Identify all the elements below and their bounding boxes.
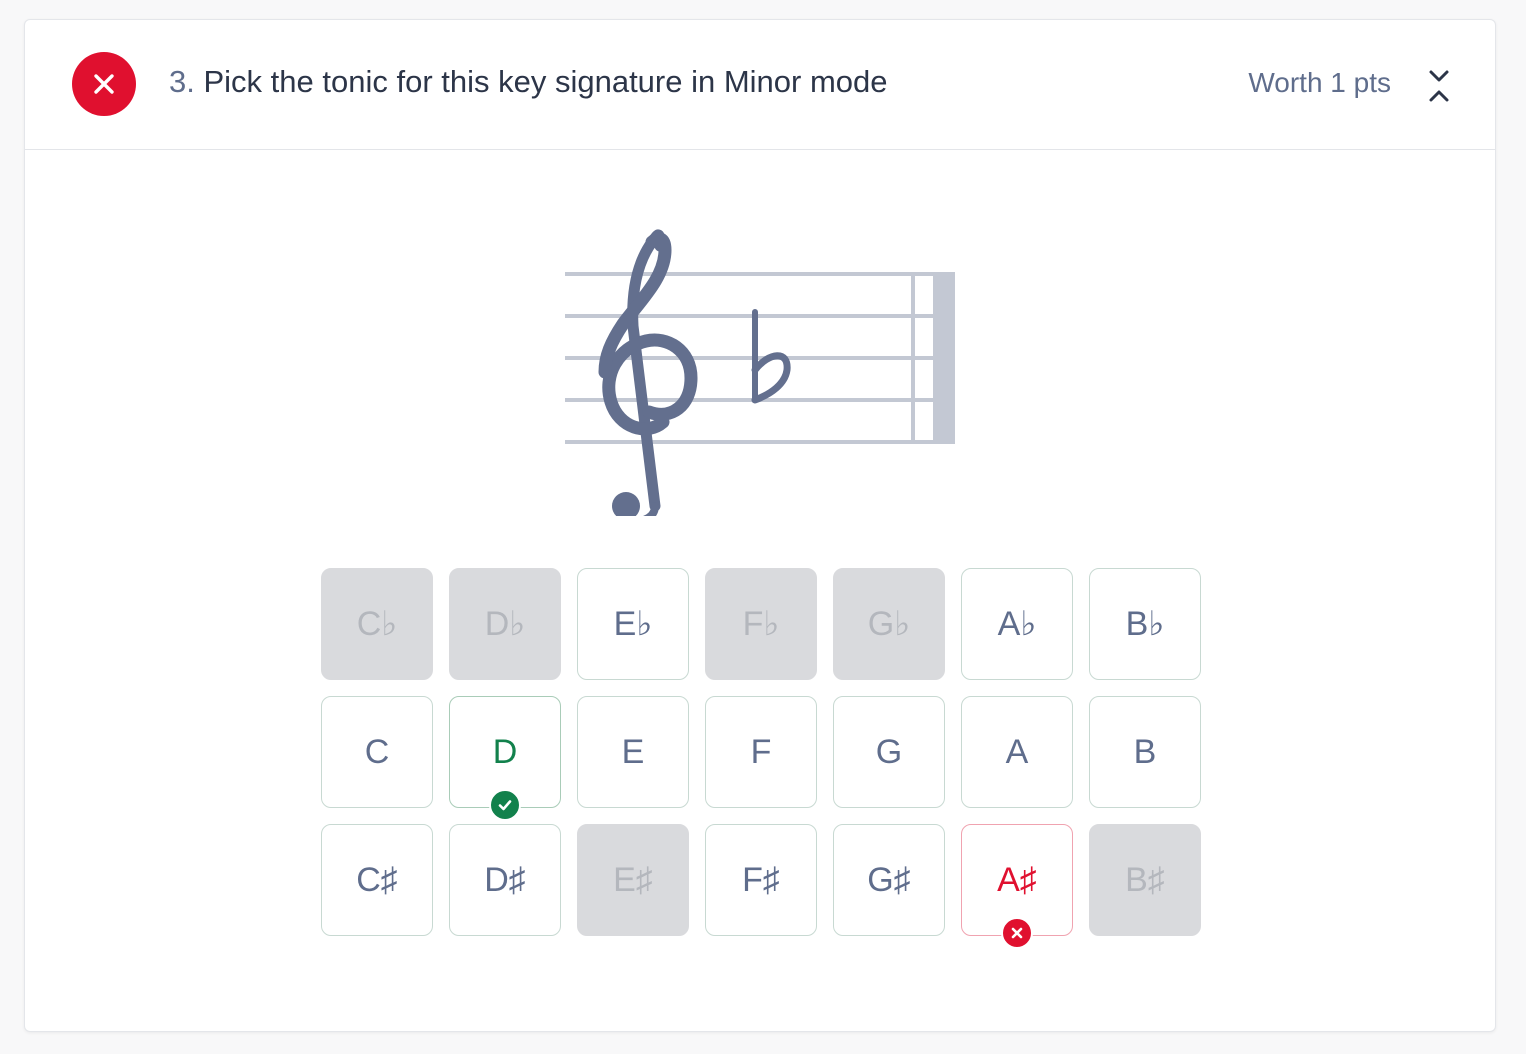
note-choice-label: A: [1005, 732, 1029, 771]
correct-check-icon: [489, 789, 521, 821]
note-choice-label: E♯: [613, 860, 653, 899]
note-choice-label: F♭: [742, 605, 780, 643]
note-choice-label: D♭: [484, 605, 526, 643]
question-number: 3.: [169, 64, 195, 99]
note-choice-label: G: [875, 732, 903, 771]
note-choice-label: E: [621, 732, 645, 771]
note-choice-label: D: [492, 732, 518, 771]
question-title: 3. Pick the tonic for this key signature…: [169, 60, 888, 104]
wrong-x-icon: [1001, 917, 1033, 949]
note-choice-label: F♯: [742, 860, 780, 899]
note-choice-b[interactable]: B: [1089, 696, 1201, 808]
note-choice-c[interactable]: C: [321, 696, 433, 808]
collapse-button[interactable]: [1423, 66, 1455, 106]
note-choice-label: E♭: [613, 605, 653, 643]
note-choice-f-sharp[interactable]: F♯: [705, 824, 817, 936]
note-choice-e-flat[interactable]: E♭: [577, 568, 689, 680]
note-choice-f[interactable]: F: [705, 696, 817, 808]
note-choice-label: B♯: [1125, 860, 1165, 899]
note-choice-label: C♯: [356, 860, 398, 899]
note-choice-b-sharp: B♯: [1089, 824, 1201, 936]
note-choice-g-sharp[interactable]: G♯: [833, 824, 945, 936]
thin-barline: [911, 272, 915, 444]
answer-choices-grid: C♭ D♭ E♭ F♭ G♭ A♭ B♭ C D E F G A B C♯ D♯ E♯ F♯ G♯ A♯ B♯: [321, 568, 1201, 949]
clef-tail-dot: [612, 492, 640, 520]
note-choice-label: C♭: [356, 605, 398, 643]
note-choice-a[interactable]: A: [961, 696, 1073, 808]
note-choice-label: G♭: [867, 605, 911, 643]
question-card: 3. Pick the tonic for this key signature…: [24, 19, 1496, 1032]
points-worth: Worth 1 pts: [1248, 67, 1391, 98]
note-choice-c-flat: C♭: [321, 568, 433, 680]
note-choice-e[interactable]: E: [577, 696, 689, 808]
note-choice-label: C: [364, 732, 390, 771]
note-choice-d-flat: D♭: [449, 568, 561, 680]
note-choice-label: B: [1133, 732, 1157, 771]
thick-barline: [933, 272, 955, 444]
note-choice-d[interactable]: D: [449, 696, 561, 821]
music-staff: [561, 216, 961, 525]
note-choice-b-flat[interactable]: B♭: [1089, 568, 1201, 680]
note-choice-label: B♭: [1125, 605, 1165, 643]
note-choice-a-flat[interactable]: A♭: [961, 568, 1073, 680]
note-choice-label: A♭: [997, 605, 1037, 643]
note-choice-f-flat: F♭: [705, 568, 817, 680]
note-choice-label: A♯: [997, 860, 1037, 899]
treble-clef-icon: [598, 229, 698, 525]
note-choice-label: G♯: [867, 860, 911, 899]
question-text: Pick the tonic for this key signature in…: [203, 64, 888, 99]
note-choice-label: F: [750, 732, 772, 771]
note-choice-e-sharp: E♯: [577, 824, 689, 936]
note-choice-g-flat: G♭: [833, 568, 945, 680]
note-choice-c-sharp[interactable]: C♯: [321, 824, 433, 936]
collapse-chevrons-icon: [1429, 70, 1449, 102]
question-header: 3. Pick the tonic for this key signature…: [25, 20, 1495, 150]
note-choice-label: D♯: [484, 860, 526, 899]
note-choice-a-sharp[interactable]: A♯: [961, 824, 1073, 949]
incorrect-status-icon: [72, 52, 136, 116]
note-choice-g[interactable]: G: [833, 696, 945, 808]
note-choice-d-sharp[interactable]: D♯: [449, 824, 561, 936]
